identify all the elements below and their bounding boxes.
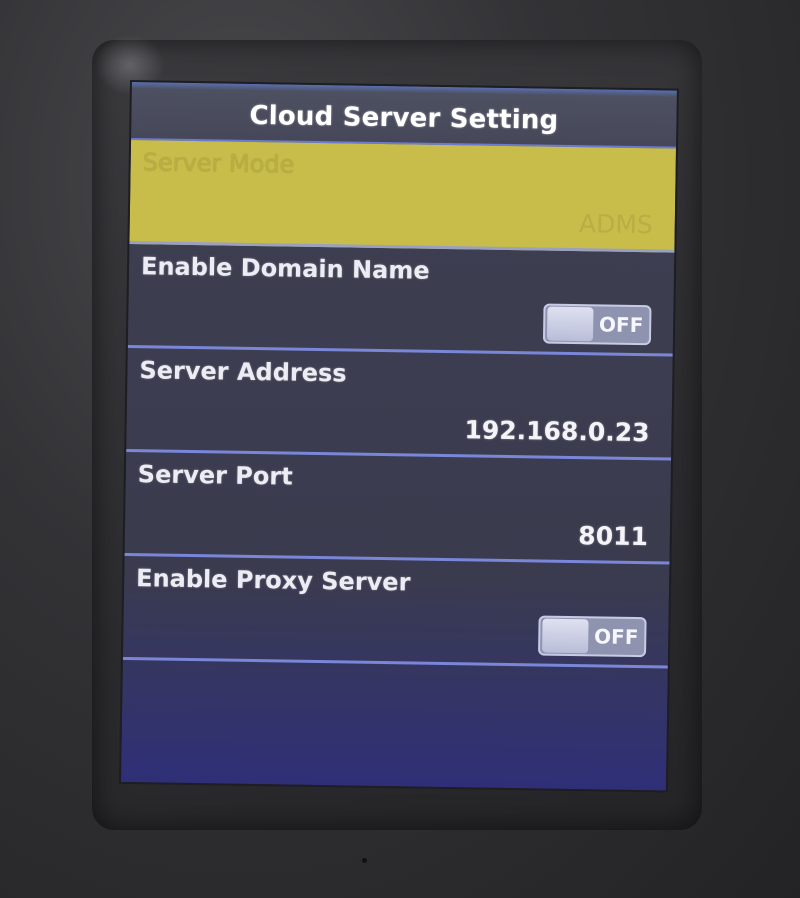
setting-server-mode[interactable]: Server Mode ADMS (129, 140, 676, 253)
empty-row (121, 660, 667, 759)
toggle-state: OFF (593, 624, 639, 650)
setting-enable-domain-name[interactable]: Enable Domain Name OFF (127, 244, 675, 357)
proxy-server-toggle[interactable]: OFF (538, 615, 647, 658)
setting-label: Server Mode (142, 148, 295, 179)
server-address-value: 192.168.0.23 (464, 415, 650, 448)
setting-server-port[interactable]: Server Port 8011 (124, 451, 672, 565)
server-mode-value: ADMS (578, 209, 654, 240)
toggle-knob (542, 618, 589, 654)
setting-label: Server Address (139, 356, 347, 388)
toggle-knob (546, 306, 594, 342)
setting-label: Enable Proxy Server (135, 564, 411, 597)
setting-enable-proxy-server[interactable]: Enable Proxy Server OFF (122, 555, 670, 669)
server-port-value: 8011 (578, 521, 649, 552)
setting-label: Server Port (137, 460, 293, 491)
setting-label: Enable Domain Name (140, 252, 430, 285)
domain-name-toggle[interactable]: OFF (542, 303, 652, 346)
page-title: Cloud Server Setting (249, 100, 559, 136)
device-screen: Cloud Server Setting Server Mode ADMS En… (118, 80, 679, 793)
toggle-state: OFF (598, 312, 644, 338)
setting-server-address[interactable]: Server Address 192.168.0.23 (126, 347, 673, 461)
title-bar: Cloud Server Setting (131, 82, 677, 149)
bezel-dot (362, 858, 367, 863)
